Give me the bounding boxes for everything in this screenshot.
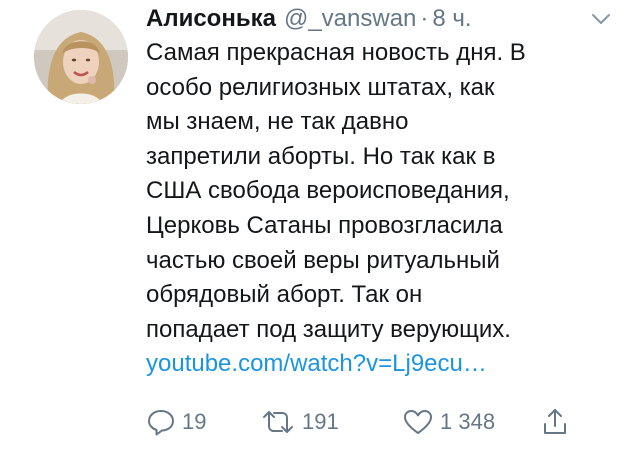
tweet-text-line: Церковь Сатаны провозгласила	[146, 211, 503, 239]
retweet-icon	[260, 408, 296, 436]
chevron-down-icon[interactable]	[590, 8, 612, 30]
reply-icon	[146, 408, 176, 436]
tweet-text-line: частью своей веры ритуальный	[146, 246, 500, 274]
like-count: 1 348	[440, 409, 496, 434]
retweet-button[interactable]: 191	[260, 402, 339, 442]
tweet[interactable]: Алисонька @_vanswan · 8 ч. Самая прекрас…	[0, 0, 640, 450]
avatar[interactable]	[34, 10, 128, 104]
share-icon	[542, 407, 568, 437]
author-handle[interactable]: @_vanswan	[284, 5, 416, 33]
tweet-text-line: запретили аборты. Но так как в	[146, 142, 496, 170]
tweet-text-line: попадает под защиту верующих.	[146, 315, 511, 343]
share-button[interactable]	[542, 402, 568, 442]
tweet-text-line: особо религиозных штатах, как	[146, 73, 495, 101]
tweet-link[interactable]: youtube.com/watch?v=Lj9ecu…	[146, 347, 616, 382]
author-name[interactable]: Алисонька	[146, 5, 276, 33]
reply-count: 19	[182, 409, 207, 434]
tweet-text-line: мы знаем, не так давно	[146, 108, 409, 136]
reply-button[interactable]: 19	[146, 402, 206, 442]
tweet-text-line: Самая прекрасная новость дня. В	[146, 39, 526, 66]
avatar-image	[34, 10, 128, 104]
heart-icon	[402, 408, 434, 436]
like-button[interactable]: 1 348	[402, 402, 495, 442]
tweet-header: Алисонька @_vanswan · 8 ч.	[146, 2, 620, 36]
tweet-time[interactable]: 8 ч.	[432, 5, 471, 33]
tweet-text: Самая прекрасная новость дня. В особо ре…	[146, 36, 616, 382]
tweet-text-line: обрядовый аборт. Так он	[146, 281, 423, 309]
tweet-actions: 19 191 1 348	[146, 402, 586, 442]
tweet-text-line: США свобода вероисповедания,	[146, 177, 510, 205]
separator-dot: ·	[420, 5, 429, 32]
retweet-count: 191	[302, 409, 339, 434]
